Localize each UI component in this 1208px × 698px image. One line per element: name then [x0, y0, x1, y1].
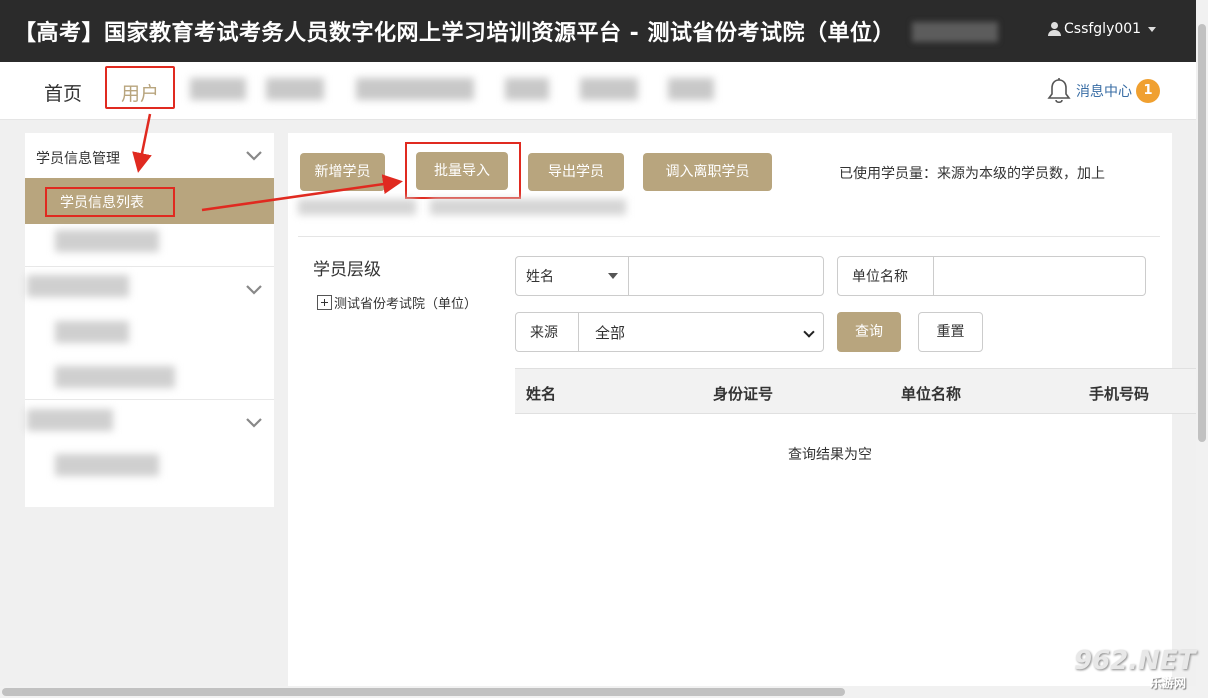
- user-icon: [1048, 22, 1061, 36]
- chevron-down-icon[interactable]: [246, 285, 262, 295]
- message-center-label: 消息中心: [1076, 84, 1132, 100]
- chevron-down-icon[interactable]: [246, 151, 262, 161]
- scrollbar-thumb[interactable]: [1198, 24, 1206, 442]
- sidebar-group-blurred[interactable]: [27, 275, 129, 297]
- empty-result-text: 查询结果为空: [788, 447, 872, 463]
- name-select-label: 姓名: [526, 269, 554, 285]
- unit-name-input[interactable]: [934, 257, 1145, 295]
- sidebar-group-blurred[interactable]: [27, 409, 113, 431]
- source-select-value: 全部: [595, 323, 626, 342]
- column-header-name: 姓名: [526, 385, 557, 403]
- blurred-text: [298, 199, 416, 215]
- source-select[interactable]: 全部: [579, 313, 823, 351]
- reset-button[interactable]: 重置: [918, 312, 983, 352]
- source-field[interactable]: 来源 全部: [515, 312, 824, 352]
- name-input[interactable]: [629, 257, 823, 295]
- bell-icon: [1047, 78, 1071, 104]
- sidebar-group-student-info[interactable]: 学员信息管理: [36, 148, 120, 168]
- top-header-bar: 【高考】国家教育考试考务人员数字化网上学习培训资源平台 - 测试省份考试院（单位…: [0, 0, 1196, 62]
- sidebar-item-blurred[interactable]: [55, 454, 159, 476]
- chevron-down-icon[interactable]: [246, 418, 262, 428]
- nav-item-blurred[interactable]: [580, 78, 638, 100]
- horizontal-scrollbar[interactable]: [0, 686, 1196, 698]
- blurred-info: [912, 22, 998, 42]
- nav-item-blurred[interactable]: [356, 78, 474, 100]
- name-type-select[interactable]: 姓名: [516, 257, 629, 295]
- main-panel: 新增学员 批量导入 导出学员 调入离职学员 已使用学员量：来源为本级的学员数，加…: [288, 133, 1196, 698]
- table-header: 姓名 身份证号 单位名称 手机号码: [515, 368, 1196, 414]
- unit-name-label: 单位名称: [838, 257, 934, 295]
- query-button[interactable]: 查询: [837, 312, 901, 352]
- tree-node-label[interactable]: 测试省份考试院（单位）: [334, 293, 477, 312]
- sidebar: 学员信息管理 学员信息列表: [25, 133, 274, 507]
- divider: [298, 236, 1160, 237]
- nav-home[interactable]: 首页: [44, 79, 82, 106]
- column-header-phone: 手机号码: [1089, 385, 1150, 403]
- watermark-sub-text: 乐游网: [1150, 676, 1187, 690]
- divider: [25, 399, 274, 400]
- nav-item-blurred[interactable]: [505, 78, 549, 100]
- user-menu[interactable]: Cssfgly001: [1048, 21, 1157, 37]
- caret-down-icon: [608, 273, 618, 279]
- unit-name-field[interactable]: 单位名称: [837, 256, 1146, 296]
- tree-title: 学员层级: [313, 260, 381, 280]
- source-label: 来源: [516, 313, 579, 351]
- expand-plus-icon[interactable]: [317, 295, 332, 310]
- main-navbar: 首页 用户 消息中心 1: [0, 62, 1196, 120]
- chevron-down-icon: [803, 326, 815, 338]
- blurred-text: [430, 199, 626, 215]
- tree-root-node[interactable]: 测试省份考试院（单位）: [317, 293, 477, 312]
- platform-title: 【高考】国家教育考试考务人员数字化网上学习培训资源平台 - 测试省份考试院（单位…: [14, 21, 895, 46]
- highlight-box-nav-user: [105, 66, 175, 109]
- transfer-students-button[interactable]: 调入离职学员: [643, 153, 772, 191]
- divider: [25, 266, 274, 267]
- column-header-unit-name: 单位名称: [901, 385, 962, 403]
- username-label: Cssfgly001: [1064, 21, 1142, 37]
- message-count-badge: 1: [1136, 79, 1160, 103]
- sidebar-item-student-list[interactable]: 学员信息列表: [25, 178, 274, 224]
- nav-item-blurred[interactable]: [668, 78, 714, 100]
- column-header-id-number: 身份证号: [713, 385, 774, 403]
- name-search-field[interactable]: 姓名: [515, 256, 824, 296]
- caret-down-icon: [1148, 26, 1157, 32]
- sidebar-item-blurred[interactable]: [55, 230, 159, 252]
- highlight-box-batch-import: [405, 142, 521, 199]
- sidebar-item-blurred[interactable]: [55, 366, 175, 388]
- message-center[interactable]: 消息中心 1: [1046, 77, 1160, 105]
- sidebar-item-label: 学员信息列表: [60, 195, 144, 211]
- vertical-scrollbar[interactable]: [1196, 0, 1208, 698]
- scrollbar-thumb[interactable]: [2, 688, 845, 696]
- nav-item-blurred[interactable]: [266, 78, 324, 100]
- quota-info-text: 已使用学员量：来源为本级的学员数，加上: [839, 166, 1105, 182]
- export-students-button[interactable]: 导出学员: [528, 153, 624, 191]
- nav-item-blurred[interactable]: [190, 78, 246, 100]
- add-student-button[interactable]: 新增学员: [300, 153, 385, 191]
- watermark-logo-text: 962.NET: [1074, 646, 1196, 676]
- site-watermark: 962.NET 乐游网: [1070, 646, 1200, 692]
- sidebar-item-blurred[interactable]: [55, 321, 129, 343]
